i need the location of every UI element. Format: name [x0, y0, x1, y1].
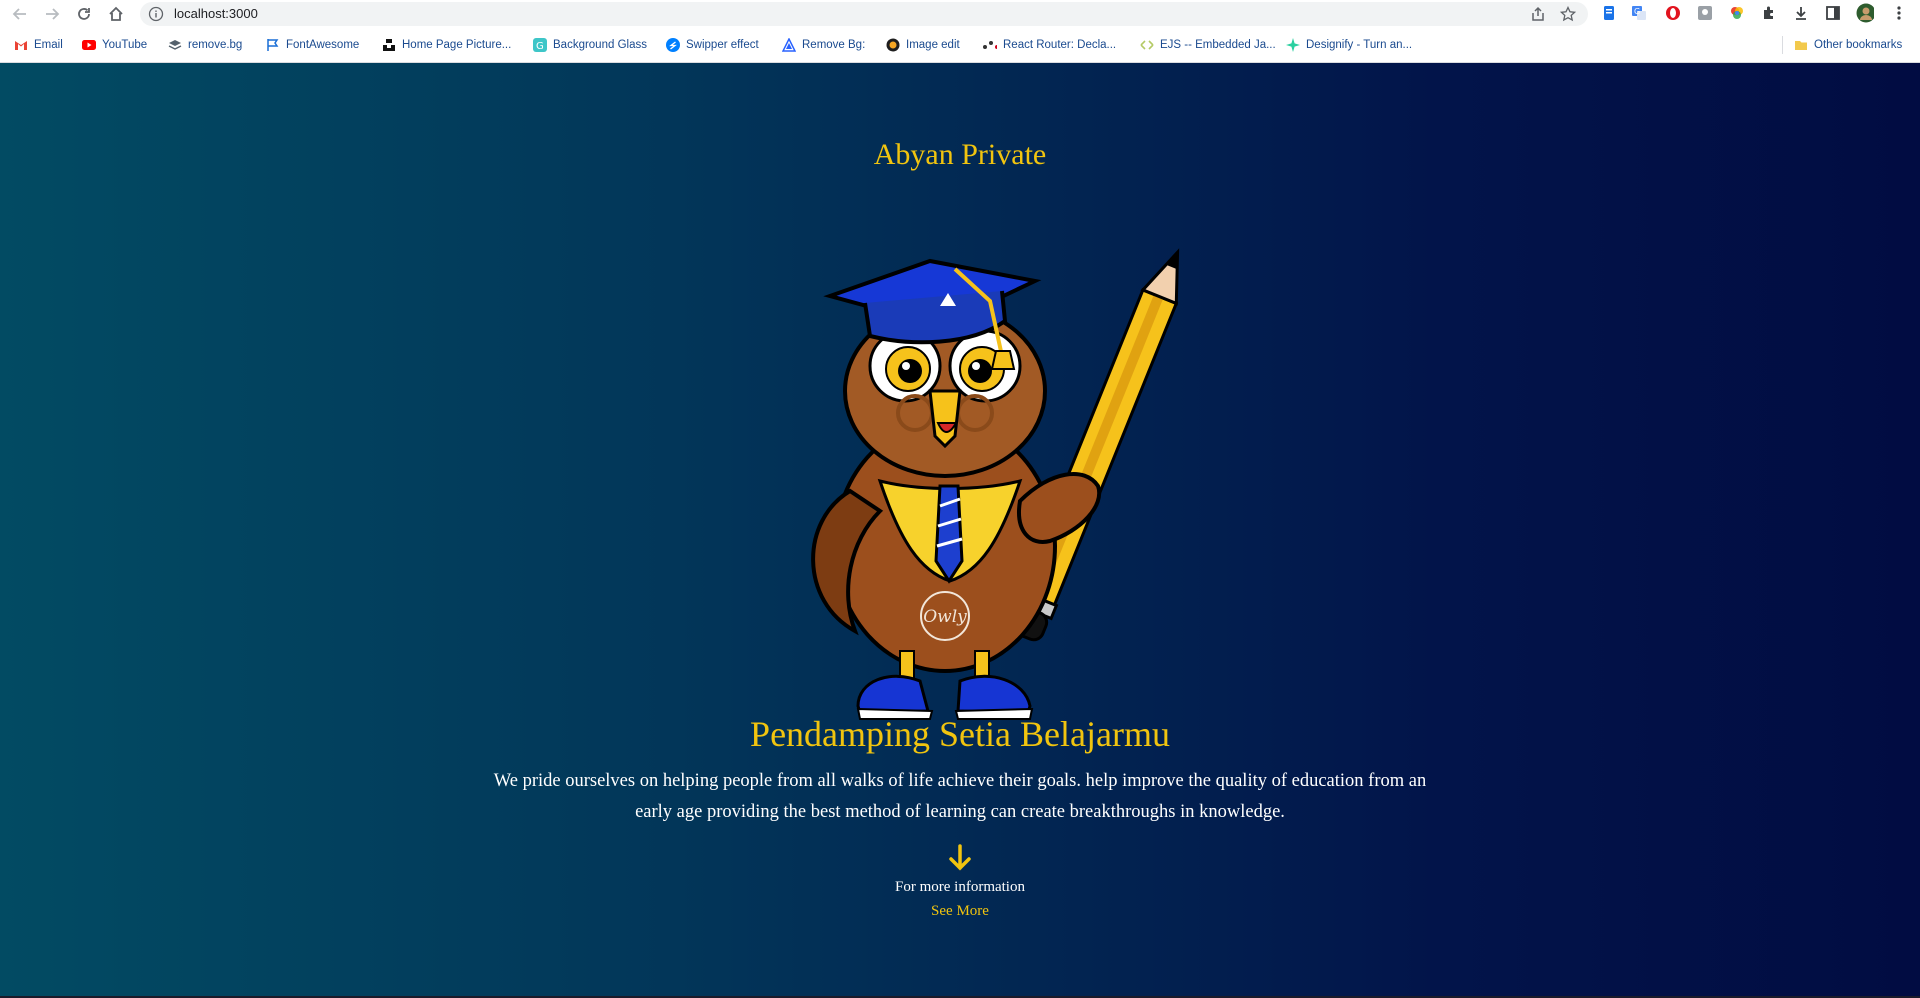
bookmark-label: Background Glass — [553, 39, 647, 51]
bookmark-image-edit[interactable]: Image edit — [886, 36, 960, 54]
unsplash-icon — [382, 38, 396, 52]
bookmark-label: React Router: Decla... — [1003, 39, 1117, 51]
hero-section: Abyan Private Owly Pendamping Setia Bela… — [0, 63, 1920, 998]
more-info-text: For more information — [895, 879, 1025, 895]
other-bookmarks-folder[interactable]: Other bookmarks — [1794, 36, 1902, 54]
bookmark-removebg[interactable]: remove.bg — [168, 36, 242, 54]
bookmark-star-icon[interactable] — [1559, 5, 1577, 27]
side-panel-icon[interactable] — [1824, 4, 1842, 22]
bookmarks-bar: Email YouTube remove.bg FontAwesome Home… — [0, 28, 1920, 63]
arrow-right-icon — [46, 8, 60, 20]
kebab-menu-icon[interactable] — [1890, 4, 1908, 22]
hero-description: We pride ourselves on helping people fro… — [493, 771, 1427, 822]
youtube-icon — [82, 38, 96, 52]
bookmark-label: Swipper effect — [686, 39, 759, 51]
bookmark-fontawesome[interactable]: FontAwesome — [266, 36, 359, 54]
bookmark-homepage-picture[interactable]: Home Page Picture... — [382, 36, 511, 54]
bookmark-label: Image edit — [906, 39, 960, 51]
svg-text:G: G — [536, 41, 544, 52]
arrow-down-icon[interactable] — [946, 843, 974, 873]
arrow-left-icon — [12, 8, 26, 20]
bookmark-react-router[interactable]: React Router: Decla... — [983, 36, 1116, 54]
ejs-icon — [1140, 38, 1154, 52]
bookmark-label: Email — [34, 39, 63, 51]
reload-button[interactable] — [72, 2, 96, 26]
bookmark-label: Other bookmarks — [1814, 39, 1903, 51]
designify-icon — [1286, 38, 1300, 52]
ext-docs-icon[interactable] — [1600, 4, 1618, 22]
see-more-link[interactable]: See More — [0, 903, 1920, 920]
ext-image-icon[interactable] — [1696, 4, 1714, 22]
bookmark-label: remove.bg — [188, 39, 243, 51]
glass-icon: G — [533, 38, 547, 52]
owl-mascot-image: Owly — [811, 248, 1180, 720]
bookmark-label: YouTube — [102, 39, 148, 51]
triangle-icon — [782, 38, 796, 52]
reload-icon — [78, 8, 90, 20]
swiper-icon — [666, 38, 680, 52]
removebg-icon — [168, 38, 182, 52]
browser-toolbar: localhost:3000 G — [0, 0, 1920, 28]
profile-avatar-icon[interactable] — [1856, 3, 1874, 23]
ext-translate-icon[interactable]: G — [1630, 4, 1648, 22]
address-bar[interactable]: localhost:3000 — [140, 2, 1588, 26]
svg-text:G: G — [1634, 7, 1640, 16]
ext-opera-icon[interactable] — [1664, 4, 1682, 22]
back-button[interactable] — [8, 2, 32, 26]
bookmark-remove-bg-2[interactable]: Remove Bg: — [782, 36, 865, 54]
bookmark-label: Home Page Picture... — [402, 39, 512, 51]
bookmark-label: Remove Bg: — [802, 39, 866, 51]
folder-icon — [1794, 38, 1808, 52]
extensions-puzzle-icon[interactable] — [1760, 4, 1778, 22]
forward-button[interactable] — [40, 2, 64, 26]
bookmark-label: FontAwesome — [286, 39, 360, 51]
owly-badge-text: Owly — [923, 607, 967, 627]
bookmark-label: EJS -- Embedded Ja... — [1160, 39, 1276, 51]
bookmark-label: Designify - Turn an... — [1306, 39, 1413, 51]
bookmark-swipper[interactable]: Swipper effect — [666, 36, 759, 54]
bookmark-youtube[interactable]: YouTube — [82, 36, 147, 54]
hero-headline: Pendamping Setia Belajarmu — [750, 714, 1170, 754]
bookmark-ejs[interactable]: EJS -- Embedded Ja... — [1140, 36, 1276, 54]
download-icon[interactable] — [1792, 4, 1810, 22]
ext-color-icon[interactable] — [1728, 4, 1746, 22]
brand-title: Abyan Private — [873, 138, 1047, 171]
bookmark-background-glass[interactable]: G Background Glass — [533, 36, 647, 54]
image-edit-icon — [886, 38, 900, 52]
home-button[interactable] — [104, 2, 128, 26]
home-icon — [109, 6, 123, 21]
flag-icon — [266, 38, 280, 52]
bookmarks-separator — [1782, 36, 1783, 54]
react-router-icon — [983, 38, 997, 52]
bookmark-designify[interactable]: Designify - Turn an... — [1286, 36, 1412, 54]
gmail-icon — [14, 38, 28, 52]
url-text: localhost:3000 — [174, 6, 258, 21]
site-info-icon[interactable] — [148, 6, 164, 27]
share-icon[interactable] — [1530, 6, 1546, 27]
bookmark-email[interactable]: Email — [14, 36, 63, 54]
